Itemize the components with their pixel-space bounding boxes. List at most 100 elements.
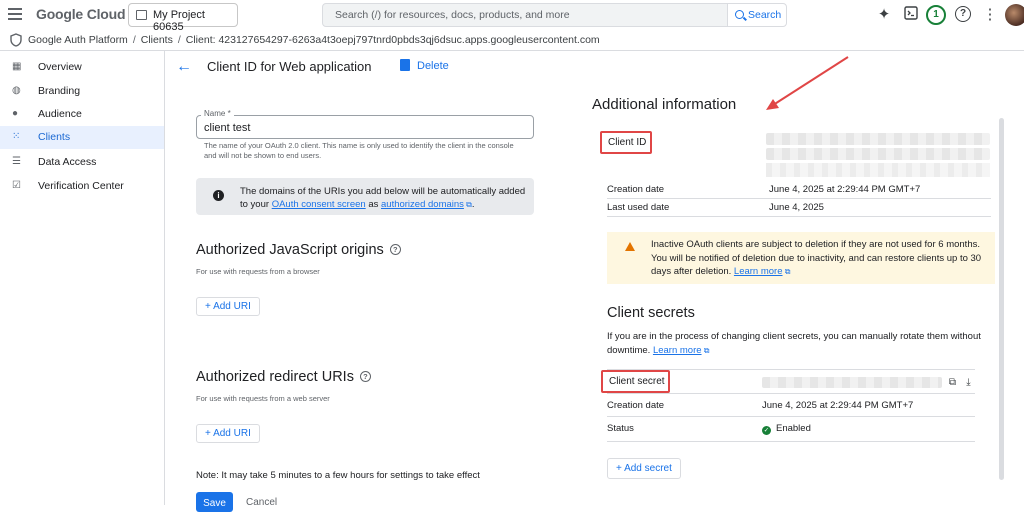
client-secret-label-text: Client secret bbox=[609, 376, 665, 387]
creation-date-value: June 4, 2025 at 2:29:44 PM GMT+7 bbox=[769, 184, 921, 195]
oauth-consent-screen-link[interactable]: OAuth consent screen bbox=[272, 199, 366, 210]
search-placeholder: Search (/) for resources, docs, products… bbox=[335, 9, 570, 21]
secret-status-value: ✓ Enabled bbox=[762, 423, 811, 435]
add-redirect-uri-button[interactable]: + Add URI bbox=[196, 424, 260, 443]
divider bbox=[607, 216, 991, 217]
cancel-button[interactable]: Cancel bbox=[246, 497, 277, 508]
name-value: client test bbox=[204, 122, 251, 134]
redirect-uris-title: Authorized redirect URIs bbox=[196, 369, 354, 385]
warning-text: Inactive OAuth clients are subject to de… bbox=[651, 238, 989, 279]
client-secrets-title: Client secrets bbox=[607, 305, 695, 321]
external-link-icon: ⧉ bbox=[701, 345, 710, 355]
checklist-icon: ☑ bbox=[12, 180, 21, 191]
delete-button[interactable]: Delete bbox=[400, 59, 449, 72]
shield-icon bbox=[10, 33, 22, 47]
gemini-sparkle-icon[interactable]: ✦ bbox=[875, 6, 893, 24]
search-icon bbox=[735, 10, 744, 19]
menu-icon[interactable] bbox=[8, 8, 22, 20]
creation-date-label: Creation date bbox=[607, 184, 665, 195]
help-circle-icon[interactable]: ? bbox=[389, 244, 401, 255]
breadcrumb-item-clients[interactable]: Clients bbox=[141, 34, 173, 46]
domain-info-text: The domains of the URIs you add below wi… bbox=[240, 185, 526, 211]
divider bbox=[607, 198, 991, 199]
additional-info-title: Additional information bbox=[592, 96, 737, 113]
avatar[interactable] bbox=[1005, 4, 1024, 26]
name-field[interactable]: client test bbox=[196, 115, 534, 139]
settings-note: Note: It may take 5 minutes to a few hou… bbox=[196, 470, 480, 481]
delete-label: Delete bbox=[417, 60, 449, 72]
info-icon: i bbox=[213, 190, 224, 201]
download-icon[interactable]: ⤓ bbox=[963, 377, 974, 388]
breadcrumb-item-client: Client: 423127654297-6263a4t3oepj797tnrd… bbox=[185, 34, 600, 46]
client-id-value-redacted bbox=[766, 163, 990, 177]
secret-creation-date-value: June 4, 2025 at 2:29:44 PM GMT+7 bbox=[762, 400, 914, 411]
sidebar-item-label: Audience bbox=[38, 108, 82, 120]
sidebar-item-label: Verification Center bbox=[38, 180, 124, 192]
notification-badge[interactable]: 1 bbox=[926, 5, 946, 25]
sidebar-item-clients[interactable]: ⁙ Clients bbox=[0, 126, 164, 149]
grid-icon: ⁙ bbox=[12, 131, 21, 142]
cloud-shell-icon[interactable] bbox=[902, 6, 920, 24]
divider bbox=[607, 393, 975, 394]
list-lock-icon: ☰ bbox=[12, 156, 21, 167]
trash-icon bbox=[400, 59, 410, 71]
top-bar: Google Cloud My Project 60635 Search (/)… bbox=[0, 0, 1024, 33]
sidebar-item-overview[interactable]: ▦ Overview bbox=[0, 56, 164, 79]
secret-status-label: Status bbox=[607, 423, 634, 434]
client-secret-label: Client secret bbox=[601, 370, 670, 393]
sidebar-item-label: Clients bbox=[38, 131, 71, 143]
sidebar-item-data-access[interactable]: ☰ Data Access bbox=[0, 151, 164, 174]
sidebar-item-label: Data Access bbox=[38, 156, 97, 168]
redirect-uris-desc: For use with requests from a web server bbox=[196, 394, 330, 403]
save-button[interactable]: Save bbox=[196, 492, 233, 512]
annotation-arrow bbox=[766, 56, 849, 110]
name-help-text: The name of your OAuth 2.0 client. This … bbox=[204, 141, 514, 160]
breadcrumb-item-auth-platform[interactable]: Google Auth Platform bbox=[28, 34, 128, 46]
authorized-domains-link[interactable]: authorized domains bbox=[381, 199, 464, 210]
search-button-label: Search bbox=[748, 9, 782, 21]
sidebar-item-label: Overview bbox=[38, 61, 82, 73]
person-icon: ● bbox=[12, 108, 19, 119]
add-secret-button[interactable]: + Add secret bbox=[607, 458, 681, 479]
js-origins-heading: Authorized JavaScript origins? bbox=[196, 242, 401, 258]
more-vert-icon[interactable]: ⋮ bbox=[981, 6, 999, 24]
search-button[interactable]: Search bbox=[727, 3, 787, 27]
external-link-icon: ⧉ bbox=[463, 200, 472, 209]
warning-icon bbox=[625, 242, 635, 251]
client-id-value-redacted bbox=[766, 133, 990, 145]
search-input[interactable]: Search (/) for resources, docs, products… bbox=[322, 3, 728, 27]
info-text-part: . bbox=[471, 199, 475, 210]
sidebar-item-verification-center[interactable]: ☑ Verification Center bbox=[0, 175, 164, 198]
js-origins-desc: For use with requests from a browser bbox=[196, 267, 320, 276]
external-link-icon: ⧉ bbox=[782, 267, 791, 276]
learn-more-link[interactable]: Learn more bbox=[734, 266, 783, 277]
last-used-value: June 4, 2025 bbox=[769, 202, 824, 213]
client-id-label: Client ID bbox=[600, 131, 652, 154]
scrollbar[interactable] bbox=[999, 118, 1004, 480]
copy-icon[interactable]: ⧉ bbox=[947, 377, 958, 388]
client-id-label-text: Client ID bbox=[608, 137, 647, 148]
project-icon bbox=[136, 10, 147, 20]
check-circle-icon: ✓ bbox=[762, 426, 771, 435]
info-text-part: as bbox=[365, 199, 381, 210]
secret-creation-date-label: Creation date bbox=[607, 400, 665, 411]
name-label: Name * bbox=[201, 109, 234, 118]
client-secrets-desc: If you are in the process of changing cl… bbox=[607, 330, 983, 357]
redirect-uris-heading: Authorized redirect URIs? bbox=[196, 369, 371, 385]
client-id-value-redacted bbox=[766, 148, 990, 160]
dashboard-icon: ▦ bbox=[12, 61, 22, 72]
learn-more-link[interactable]: Learn more bbox=[653, 345, 702, 356]
google-cloud-logo[interactable]: Google Cloud bbox=[36, 6, 126, 22]
sidebar-item-branding[interactable]: ◍ Branding bbox=[0, 80, 164, 103]
help-icon[interactable]: ? bbox=[955, 6, 971, 22]
divider bbox=[607, 416, 975, 417]
back-arrow-icon[interactable]: ← bbox=[176, 58, 192, 76]
sidebar-item-audience[interactable]: ● Audience bbox=[0, 103, 164, 126]
client-secret-value-redacted bbox=[762, 377, 942, 388]
add-js-origin-uri-button[interactable]: + Add URI bbox=[196, 297, 260, 316]
last-used-label: Last used date bbox=[607, 202, 670, 213]
warning-text-body: Inactive OAuth clients are subject to de… bbox=[651, 239, 982, 277]
project-picker[interactable]: My Project 60635 bbox=[128, 3, 238, 33]
brand-text: Google Cloud bbox=[36, 6, 126, 22]
help-circle-icon[interactable]: ? bbox=[359, 371, 371, 382]
